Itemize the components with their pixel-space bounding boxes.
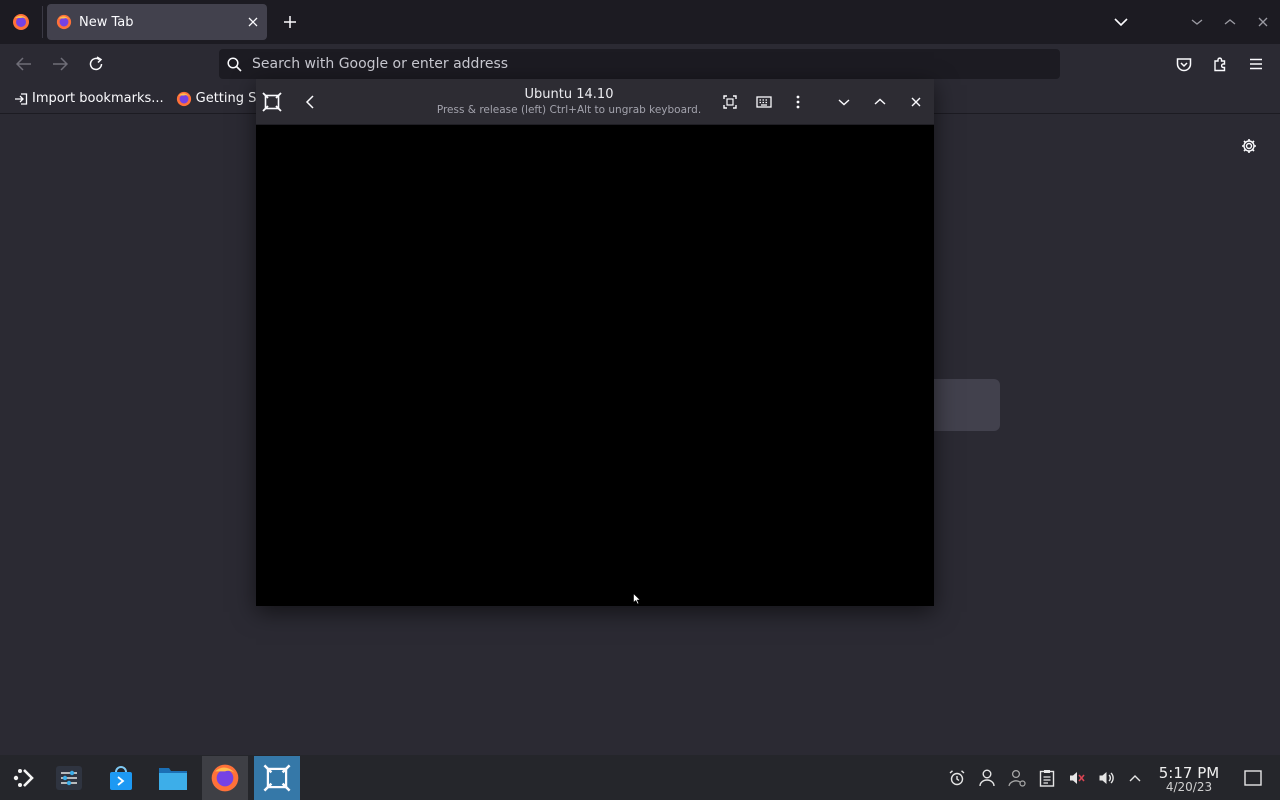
window-maximize-button[interactable] [1216,8,1244,36]
vm-viewer-window: Ubuntu 14.10 Press & release (left) Ctrl… [256,79,934,606]
tab-close-button[interactable] [239,8,267,36]
vm-close-button[interactable] [902,88,930,116]
firefox-icon [211,764,239,792]
chevron-up-icon [874,98,886,105]
kebab-menu-icon [796,95,800,109]
puzzle-icon [1214,57,1226,72]
close-icon [248,17,258,27]
navigation-toolbar: Search with Google or enter address [0,44,1280,84]
close-icon [1258,17,1268,27]
bookmark-import[interactable]: Import bookmarks... [10,87,168,111]
firefox-logo-icon [13,14,29,30]
forward-button[interactable] [46,50,74,78]
taskbar-discover[interactable] [98,756,144,800]
chevron-left-icon [305,95,314,109]
chevron-down-icon [1114,18,1128,27]
chevron-down-icon [838,99,850,106]
application-launcher-button[interactable] [0,756,46,800]
vm-keyboard-button[interactable] [750,88,778,116]
tray-notifications[interactable] [946,767,968,789]
tray-expand-button[interactable] [1124,767,1146,789]
taskbar-dolphin[interactable] [150,756,196,800]
clock-date[interactable]: 4/20/23 [1150,780,1228,794]
arrow-left-icon [16,57,31,71]
import-icon [15,92,28,105]
clipboard-icon [1039,770,1055,787]
firefox-favicon-icon [56,14,72,30]
vm-fullscreen-button[interactable] [716,88,744,116]
bookmark-getting-started[interactable]: Getting St [172,87,266,111]
window-minimize-button[interactable] [1183,8,1211,36]
user-icon [979,769,995,787]
reload-button[interactable] [82,50,110,78]
tray-volume[interactable] [1096,767,1118,789]
search-icon [227,56,242,72]
file-manager-icon [159,768,187,790]
vm-viewer-headerbar: Ubuntu 14.10 Press & release (left) Ctrl… [256,79,934,125]
app-menu-button[interactable] [1242,50,1270,78]
fullscreen-icon [723,95,737,109]
url-bar[interactable]: Search with Google or enter address [219,49,1060,79]
tab-separator [42,6,43,38]
vm-back-button[interactable] [296,88,324,116]
tray-microphone[interactable] [1066,767,1088,789]
firefox-favicon-icon [176,91,191,106]
vm-display[interactable] [256,126,934,606]
customize-new-tab-button[interactable] [1237,134,1261,158]
gear-icon [1242,139,1256,153]
bookmark-label: Import bookmarks... [32,91,164,106]
pocket-icon [1176,57,1192,71]
user-network-icon [1008,769,1026,787]
keyboard-icon [756,96,772,108]
vm-maximize-button[interactable] [866,88,894,116]
vm-minimize-button[interactable] [830,88,858,116]
reload-icon [89,56,103,71]
alarm-clock-icon [949,770,965,786]
url-placeholder: Search with Google or enter address [252,56,509,72]
minimize-icon [1191,19,1203,25]
maximize-icon [1224,19,1236,25]
show-desktop-icon [1244,770,1262,786]
taskbar-firefox[interactable] [202,756,248,800]
back-button[interactable] [10,50,38,78]
mouse-cursor-icon [633,593,641,605]
extensions-button[interactable] [1206,50,1234,78]
taskbar-vm-viewer[interactable] [254,756,300,800]
arrow-right-icon [53,57,68,71]
virtual-machine-icon [263,764,291,792]
taskbar: 5:17 PM 4/20/23 [0,755,1280,800]
tab-new-tab[interactable]: New Tab [47,4,267,40]
tray-kde-connect[interactable] [1006,767,1028,789]
vm-app-icon [258,88,286,116]
list-all-tabs-button[interactable] [1107,8,1135,36]
show-desktop-button[interactable] [1240,765,1266,791]
discover-store-icon [110,766,132,790]
background-shortcut-tile[interactable] [926,379,1000,431]
vm-subtitle: Press & release (left) Ctrl+Alt to ungra… [436,104,702,116]
tab-title: New Tab [79,14,134,30]
settings-icon [56,766,82,790]
window-close-button[interactable] [1249,8,1277,36]
plus-icon [284,16,296,28]
vm-menu-button[interactable] [784,88,812,116]
virtual-machine-icon [262,92,282,112]
new-tab-button[interactable] [276,8,304,36]
vm-title: Ubuntu 14.10 [524,87,614,102]
chevron-up-icon [1129,775,1141,782]
tray-user[interactable] [976,767,998,789]
tab-strip: New Tab [0,0,1280,44]
muted-audio-icon [1070,772,1085,784]
close-icon [911,97,921,107]
firefox-view-button[interactable] [0,0,42,44]
taskbar-system-settings[interactable] [46,756,92,800]
tray-clipboard[interactable] [1036,767,1058,789]
hamburger-menu-icon [1250,58,1262,70]
volume-icon [1099,772,1114,784]
pocket-button[interactable] [1170,50,1198,78]
application-launcher-icon [13,769,34,787]
bookmark-label: Getting St [195,91,262,106]
